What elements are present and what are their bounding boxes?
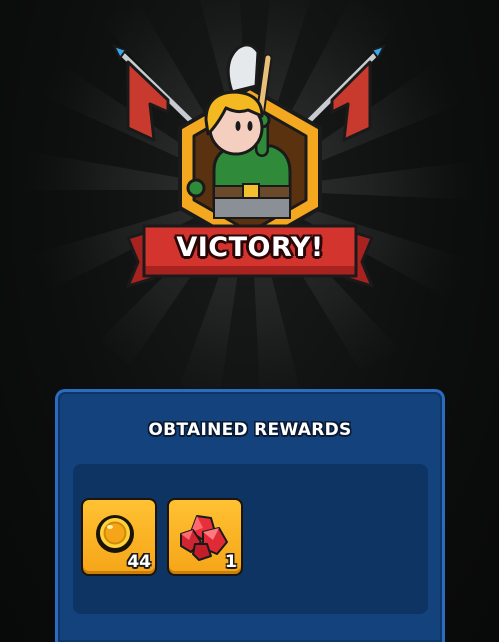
victory-screen: VICTORY! OBTAINED REWARDS 44 1 [0,0,499,642]
rewards-list: 44 1 [73,464,428,614]
reward-count-coin: 44 [127,552,151,572]
reward-item-coin[interactable]: 44 [81,498,157,576]
rewards-panel: OBTAINED REWARDS 44 1 [55,389,445,642]
reward-item-gem[interactable]: 1 [167,498,243,576]
rewards-panel-title: OBTAINED REWARDS [148,420,352,440]
right-flag-icon [307,44,386,142]
reward-count-gem: 1 [225,552,237,572]
victory-emblem [112,43,386,288]
victory-title: VICTORY! [176,232,324,263]
left-flag-icon [112,44,193,142]
